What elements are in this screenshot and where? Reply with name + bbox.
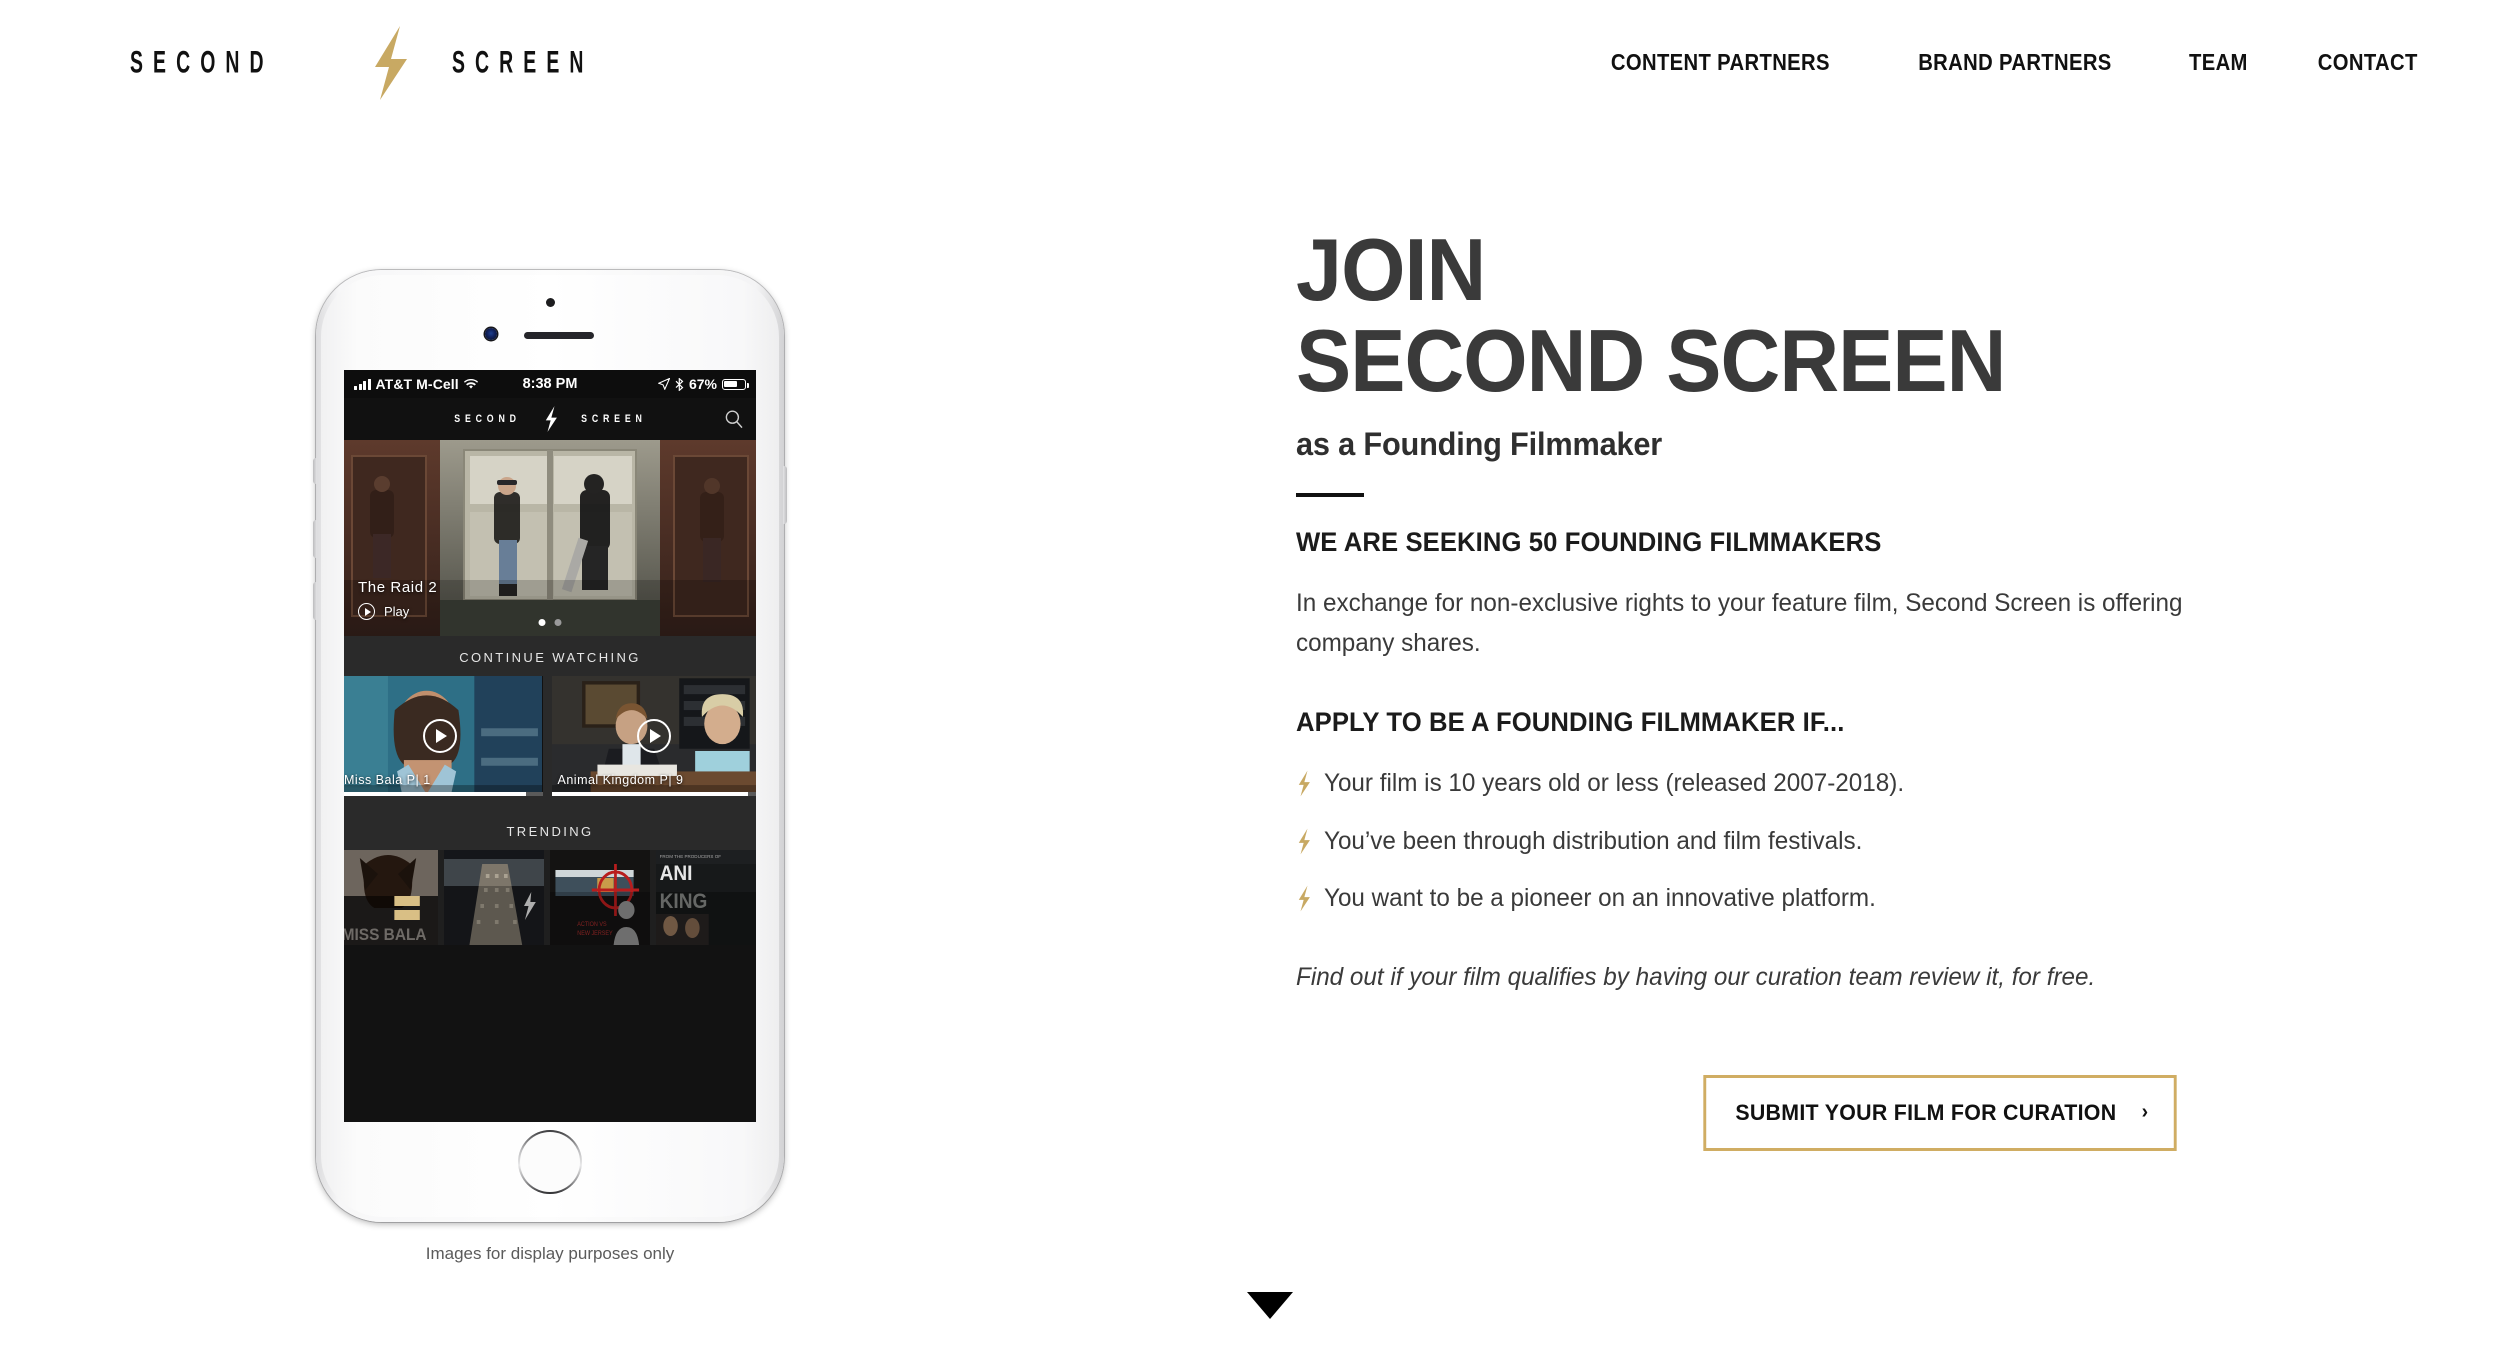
page-title: JOIN SECOND SCREEN <box>1296 224 2236 410</box>
poster-artwork: FROM THE PRODUCERS OF ANI KING <box>656 850 756 945</box>
hero-play-label: Play <box>384 604 410 619</box>
continue-watching-card[interactable]: Miss Bala P| 1 <box>344 676 543 796</box>
scroll-down-arrow-icon[interactable] <box>1247 1292 1293 1319</box>
power-button[interactable] <box>783 466 787 524</box>
lightning-bolt-icon <box>545 406 557 432</box>
home-button[interactable] <box>518 1130 582 1194</box>
lightning-bolt-icon <box>1298 885 1310 912</box>
hero-banner[interactable]: The Raid 2 Play <box>344 440 756 636</box>
front-camera-icon <box>485 328 497 340</box>
status-time: 8:38 PM <box>522 376 578 392</box>
title-divider <box>1296 493 1364 498</box>
poster-artwork <box>444 850 544 945</box>
list-item-label: Your film is 10 years old or less (relea… <box>1324 769 1905 798</box>
list-item-label: You’ve been through distribution and fil… <box>1324 826 1863 855</box>
app-logo-word-left: SECOND <box>453 413 521 425</box>
svg-text:MISS BALA: MISS BALA <box>344 925 427 944</box>
phone-mockup-column: AT&T M-Cell 8:38 PM 67% SECOND SCREEN Th… <box>310 270 790 1264</box>
submit-film-button[interactable]: SUBMIT YOUR FILM FOR CURATION › <box>1703 1074 2177 1151</box>
logo-word-right: SCREEN <box>451 44 594 80</box>
card-label: Animal Kingdom P| 9 <box>557 773 684 787</box>
list-item: You’ve been through distribution and fil… <box>1296 826 2296 857</box>
wifi-icon <box>463 378 478 389</box>
progress-bar <box>344 792 543 796</box>
page-title-line2: SECOND SCREEN <box>1296 310 2006 410</box>
phone-screen: AT&T M-Cell 8:38 PM 67% SECOND SCREEN Th… <box>344 370 756 1122</box>
page-root: SECOND SCREEN CONTENT PARTNERS BRAND PAR… <box>0 0 2500 1347</box>
page-subtitle: as a Founding Filmmaker <box>1296 426 1663 463</box>
trending-card[interactable] <box>444 850 544 945</box>
list-item: You want to be a pioneer on an innovativ… <box>1296 883 2296 914</box>
progress-bar <box>551 792 756 796</box>
poster-artwork: MISS BALA <box>344 850 438 945</box>
play-circle-icon <box>358 603 375 620</box>
continue-watching-title: CONTINUE WATCHING <box>344 636 756 676</box>
continue-watching-shelf: Miss Bala P| 1 Animal Kingdom P| 9 <box>344 676 756 810</box>
trending-shelf: MISS BALA ACTION VS NEW JERSEY FROM THE … <box>344 850 756 945</box>
nav-brand-partners[interactable]: BRAND PARTNERS <box>1918 49 2111 76</box>
status-right: 67% <box>577 376 749 392</box>
poster-artwork: ACTION VS NEW JERSEY <box>550 850 650 945</box>
cellular-bars-icon <box>354 378 371 390</box>
phone-caption: Images for display purposes only <box>425 1244 675 1263</box>
location-arrow-icon <box>657 378 670 390</box>
app-header: SECOND SCREEN <box>344 398 756 440</box>
volume-up-button[interactable] <box>313 520 317 558</box>
curation-note: Find out if your film qualifies by havin… <box>1296 963 2096 991</box>
carrier-label: AT&T M-Cell <box>375 376 459 392</box>
chevron-right-icon: › <box>2141 1101 2149 1124</box>
ios-status-bar: AT&T M-Cell 8:38 PM 67% <box>344 370 756 398</box>
earpiece-speaker <box>524 332 594 339</box>
hero-play-button[interactable]: Play <box>358 603 437 620</box>
trending-card[interactable]: MISS BALA <box>344 850 438 945</box>
main-content: JOIN SECOND SCREEN as a Founding Filmmak… <box>1296 224 2296 1151</box>
volume-down-button[interactable] <box>313 582 317 620</box>
section1-title: WE ARE SEEKING 50 FOUNDING FILMMAKERS <box>1296 527 1882 558</box>
list-item-label: You want to be a pioneer on an innovativ… <box>1324 883 1876 912</box>
submit-film-label: SUBMIT YOUR FILM FOR CURATION <box>1735 1099 2117 1125</box>
hero-title: The Raid 2 <box>358 579 438 596</box>
carousel-dot-1[interactable] <box>538 619 546 626</box>
lightning-bolt-icon <box>1298 828 1310 854</box>
requirements-list: Your film is 10 years old or less (relea… <box>1296 768 2296 914</box>
iphone-device: AT&T M-Cell 8:38 PM 67% SECOND SCREEN Th… <box>313 270 787 1222</box>
site-header: SECOND SCREEN CONTENT PARTNERS BRAND PAR… <box>0 0 2500 125</box>
mute-switch[interactable] <box>313 458 317 484</box>
app-logo-word-right: SCREEN <box>580 413 647 425</box>
proximity-sensor-icon <box>546 298 555 307</box>
search-icon[interactable] <box>724 409 744 429</box>
lightning-bolt-icon <box>1298 770 1310 797</box>
carousel-dot-2[interactable] <box>554 619 562 626</box>
continue-watching-card[interactable]: Animal Kingdom P| 9 <box>551 676 756 796</box>
lightning-bolt-icon <box>374 25 407 100</box>
battery-icon <box>722 378 749 390</box>
trending-card[interactable]: ACTION VS NEW JERSEY <box>550 850 650 945</box>
status-left: AT&T M-Cell <box>354 376 523 392</box>
battery-percent-label: 67% <box>688 376 717 392</box>
main-nav: CONTENT PARTNERS BRAND PARTNERS TEAM CON… <box>1596 49 2425 76</box>
logo-bolt-wrap <box>330 25 450 100</box>
site-logo[interactable]: SECOND SCREEN <box>130 25 648 100</box>
app-bolt-wrap <box>529 406 573 432</box>
bluetooth-icon <box>675 377 684 391</box>
trending-card[interactable]: FROM THE PRODUCERS OF ANI KING <box>656 850 756 945</box>
section2-title: APPLY TO BE A FOUNDING FILMMAKER IF... <box>1296 707 1845 738</box>
nav-team[interactable]: TEAM <box>2189 49 2248 76</box>
play-circle-icon[interactable] <box>636 719 671 753</box>
hero-meta: The Raid 2 Play <box>358 579 437 620</box>
card-label: Miss Bala P| 1 <box>344 773 431 787</box>
nav-content-partners[interactable]: CONTENT PARTNERS <box>1611 49 1830 76</box>
list-item: Your film is 10 years old or less (relea… <box>1296 768 2296 799</box>
nav-contact[interactable]: CONTACT <box>2318 49 2418 76</box>
cta-wrapper: SUBMIT YOUR FILM FOR CURATION › <box>1296 1074 2296 1151</box>
logo-word-left: SECOND <box>130 44 274 80</box>
section1-body: In exchange for non-exclusive rights to … <box>1296 589 2183 657</box>
svg-text:FROM THE PRODUCERS OF: FROM THE PRODUCERS OF <box>660 854 721 860</box>
svg-text:ANI: ANI <box>660 862 693 885</box>
trending-title: TRENDING <box>344 810 756 850</box>
page-title-line1: JOIN <box>1296 220 1486 319</box>
app-logo[interactable]: SECOND SCREEN <box>446 406 655 432</box>
carousel-dots <box>538 619 562 626</box>
play-circle-icon[interactable] <box>423 719 458 753</box>
